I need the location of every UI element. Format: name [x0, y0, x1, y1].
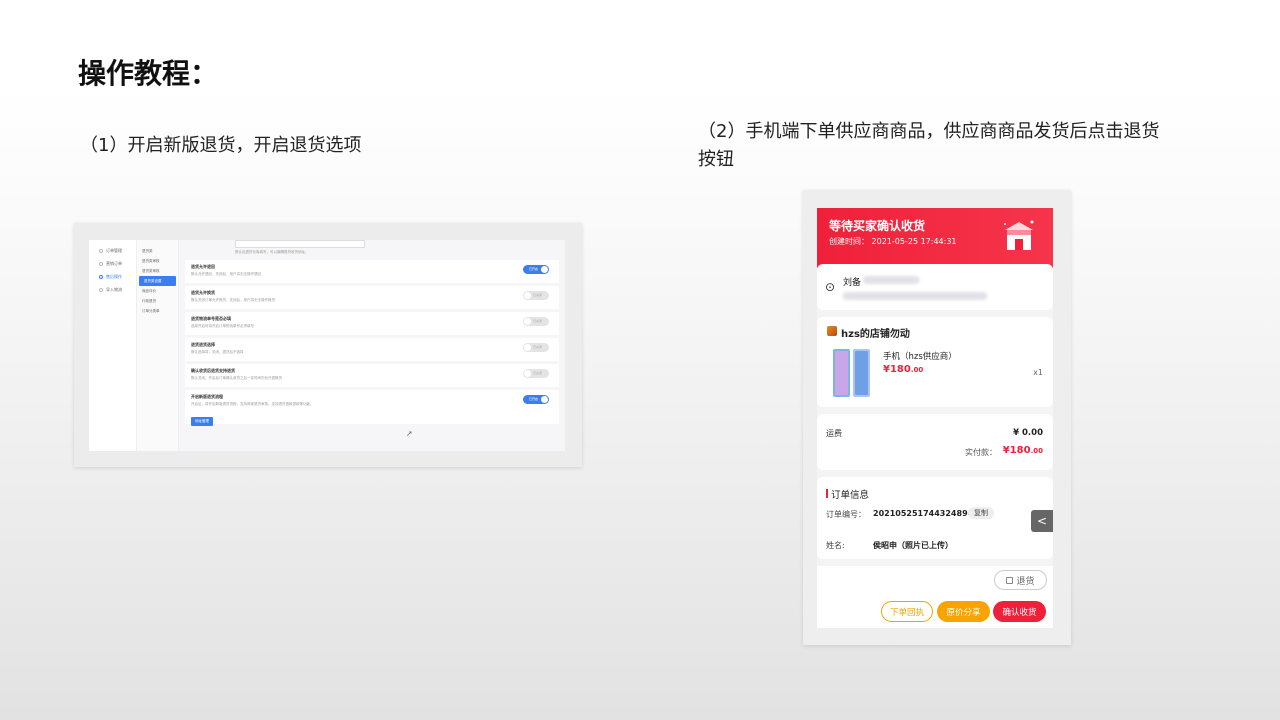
setting-row: 退货允许换货 默认关闭订单允许换货，关闭后，用户将无法操作换货 已关闭 [185, 286, 559, 309]
setting-toggle[interactable]: 已关闭 [523, 291, 549, 300]
copy-button[interactable]: 复制 [968, 507, 994, 519]
store-icon [1004, 220, 1034, 250]
name-value: 侯昭申（照片已上传） [873, 541, 953, 550]
setting-row: 确认收货后退货支持退货 默认关闭，开启后订单确认收货之后一定时间内允许退换货 已… [185, 364, 559, 387]
nav-item-import[interactable]: 导入物流 [89, 283, 136, 296]
confirm-receipt-button[interactable]: 确认收货 [993, 601, 1046, 622]
paid-value: ¥180.00 [1002, 445, 1043, 456]
order-info-title: 订单信息 [831, 490, 870, 501]
sub-item[interactable]: 订单分类单 [137, 306, 178, 316]
nav-item-marketing[interactable]: 营销订单 [89, 257, 136, 270]
setting-toggle[interactable]: 已开启 [523, 265, 549, 274]
setting-toggle[interactable]: 已开启 [523, 395, 549, 404]
name-label: 姓名: [826, 541, 845, 550]
paid-label: 实付款： [965, 448, 997, 457]
blurred-phone [863, 276, 919, 284]
shipping-label: 运费 [826, 429, 842, 438]
nav-item-aftersale[interactable]: 售后操作 [89, 270, 136, 283]
sub-group-label[interactable]: 退货类 [137, 246, 178, 256]
order-status-header: 等待买家确认收货 创建时间： 2021-05-25 17:44:31 [817, 208, 1053, 268]
sub-item[interactable]: 行政退货 [137, 296, 178, 306]
goods-card: hzs的店铺勿动 › 手机（hzs供应商） ¥180.00 x1 [817, 317, 1053, 407]
slide-title: 操作教程： [78, 57, 219, 90]
action-bar: 退货 下单回执 原价分享 确认收货 [817, 566, 1053, 628]
address-manage-button[interactable]: 地址管理 [191, 417, 213, 426]
fee-card: 运费 ¥ 0.00 实付款： ¥180.00 [817, 414, 1053, 470]
setting-row: 退货物流单号是否必填 选择开启时将开启订单物流单号必须填写 已关闭 [185, 312, 559, 335]
sub-item[interactable]: 退货类审核 [137, 256, 178, 266]
order-receipt-button[interactable]: 下单回执 [881, 601, 933, 622]
setting-row: 退货允许退回 默认允许退回，关闭后，用户将无法操作退回 已开启 [185, 260, 559, 283]
share-button[interactable]: 原价分享 [937, 601, 990, 622]
admin-subnav: 退货类 退货类审核 退货类审核 退货类设置 商品评价 行政退货 订单分类单 [137, 240, 179, 451]
product-price: ¥180.00 [883, 364, 924, 375]
admin-nav: 订单管理 营销订单 售后操作 导入物流 [89, 240, 137, 451]
blurred-address [843, 292, 987, 300]
sub-item-active[interactable]: 退货类设置 [139, 276, 176, 286]
step2-caption: （2）手机端下单供应商商品，供应商商品发货后点击退货按钮 [698, 121, 1160, 170]
return-icon [1006, 576, 1014, 584]
mouse-cursor-icon: ➚ [406, 429, 413, 438]
step1-caption: （1）开启新版退货，开启退货选项 [80, 135, 362, 156]
setting-toggle[interactable]: 已关闭 [523, 343, 549, 352]
setting-row-new-return: 开启新版退货流程 开启后，将开启新版退货流程，支持商家退货审核，支持退货退款退款… [185, 390, 559, 426]
product-title: 手机（hzs供应商） [883, 352, 957, 362]
nav-dot-icon [99, 248, 103, 253]
shop-name[interactable]: hzs的店铺勿动 [841, 325, 910, 340]
order-number-label: 订单编号： [826, 510, 866, 519]
sub-item[interactable]: 退货类审核 [137, 266, 178, 276]
address-input-box[interactable] [235, 240, 365, 248]
section-marker [826, 489, 828, 498]
setting-toggle[interactable]: 已关闭 [523, 317, 549, 326]
order-info-card: 订单信息 订单编号： 20210525174432​4894 复制 姓名: 侯昭… [817, 477, 1053, 559]
nav-dot-icon [99, 287, 103, 292]
nav-item-orders[interactable]: 订单管理 [89, 244, 136, 257]
shipping-value: ¥ 0.00 [1013, 428, 1043, 438]
product-quantity: x1 [1033, 368, 1043, 377]
return-button[interactable]: 退货 [994, 570, 1047, 590]
setting-toggle[interactable]: 已关闭 [523, 369, 549, 378]
shop-logo-icon [827, 326, 837, 336]
back-button[interactable]: < [1031, 510, 1053, 532]
address-card[interactable]: ⊙ 刘备 [817, 264, 1053, 310]
location-pin-icon: ⊙ [825, 280, 836, 294]
chevron-right-icon: › [904, 325, 908, 334]
setting-row: 退货退货选择 默认选择将，关闭，退货后不选择 已关闭 [185, 338, 559, 361]
admin-window: 订单管理 营销订单 售后操作 导入物流 退货类 退货类审核 退货类审核 退货类设… [89, 240, 565, 451]
nav-dot-icon [99, 274, 103, 279]
order-number: 20210525174432​4894 [873, 509, 974, 518]
product-thumbnail[interactable] [831, 347, 873, 399]
nav-dot-icon [99, 261, 103, 266]
admin-screenshot: 订单管理 营销订单 售后操作 导入物流 退货类 退货类审核 退货类审核 退货类设… [74, 223, 582, 467]
top-note: 默认包退货仓库填写，可以编辑退货收货地址。 [235, 250, 309, 254]
order-status-title: 等待买家确认收货 [829, 219, 926, 233]
admin-settings-panel: 默认包退货仓库填写，可以编辑退货收货地址。 退货允许退回 默认允许退回，关闭后，… [179, 240, 565, 451]
mobile-screen: 等待买家确认收货 创建时间： 2021-05-25 17:44:31 ⊙ 刘备 … [817, 208, 1053, 628]
sub-item[interactable]: 商品评价 [137, 286, 178, 296]
receiver-name: 刘备 [843, 278, 862, 288]
mobile-screenshot: 等待买家确认收货 创建时间： 2021-05-25 17:44:31 ⊙ 刘备 … [803, 190, 1071, 645]
order-created-time: 创建时间： 2021-05-25 17:44:31 [829, 237, 957, 246]
